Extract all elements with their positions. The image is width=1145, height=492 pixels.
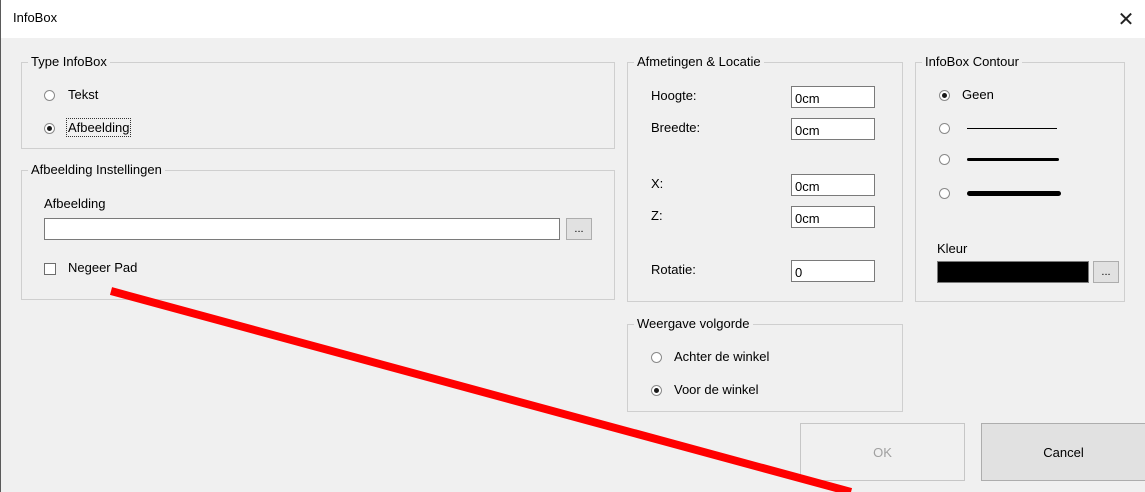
width-input[interactable] [791, 118, 875, 140]
display-order-group: Weergave volgorde [627, 316, 903, 412]
radio-tekst-label: Tekst [68, 87, 99, 102]
line-thick-sample [967, 191, 1061, 196]
display-order-legend: Weergave volgorde [634, 316, 753, 332]
x-label: X: [651, 176, 664, 191]
radio-afbeelding-label: Afbeelding [65, 118, 132, 137]
line-medium-sample [967, 158, 1059, 161]
image-browse-button[interactable]: ... [566, 218, 592, 240]
title-bar: InfoBox ✕ [1, 0, 1145, 38]
contour-radio-none[interactable] [939, 90, 950, 101]
contour-radio-thin[interactable] [939, 123, 950, 134]
contour-radio-none-label: Geen [962, 87, 994, 102]
window-title: InfoBox [13, 10, 58, 25]
type-infobox-legend: Type InfoBox [28, 54, 110, 70]
ok-button[interactable]: OK [800, 423, 965, 481]
radio-afbeelding[interactable] [44, 123, 55, 134]
contour-radio-medium[interactable] [939, 154, 950, 165]
type-infobox-group: Type InfoBox [21, 54, 615, 149]
rotation-input[interactable] [791, 260, 875, 282]
z-label: Z: [651, 208, 663, 223]
z-input[interactable] [791, 206, 875, 228]
radio-achter[interactable] [651, 352, 662, 363]
x-input[interactable] [791, 174, 875, 196]
radio-voor[interactable] [651, 385, 662, 396]
contour-radio-thick[interactable] [939, 188, 950, 199]
size-location-legend: Afmetingen & Locatie [634, 54, 764, 70]
width-label: Breedte: [651, 120, 701, 135]
radio-tekst[interactable] [44, 90, 55, 101]
negeer-pad-label: Negeer Pad [68, 260, 138, 275]
color-label: Kleur [937, 241, 968, 256]
color-browse-button[interactable]: ... [1093, 261, 1119, 283]
color-swatch[interactable] [937, 261, 1089, 283]
radio-voor-label: Voor de winkel [674, 382, 759, 397]
height-input[interactable] [791, 86, 875, 108]
contour-legend: InfoBox Contour [922, 54, 1022, 70]
close-icon[interactable]: ✕ [1106, 0, 1145, 38]
line-thin-sample [967, 128, 1057, 129]
image-path-input[interactable] [44, 218, 560, 240]
radio-achter-label: Achter de winkel [674, 349, 770, 364]
negeer-pad-checkbox[interactable] [44, 263, 56, 275]
image-settings-legend: Afbeelding Instellingen [28, 162, 165, 178]
image-field-label: Afbeelding [44, 196, 106, 211]
height-label: Hoogte: [651, 88, 697, 103]
rotation-label: Rotatie: [651, 262, 696, 277]
cancel-button[interactable]: Cancel [981, 423, 1145, 481]
infobox-dialog: InfoBox ✕ Type InfoBox Tekst Afbeelding … [0, 0, 1145, 492]
